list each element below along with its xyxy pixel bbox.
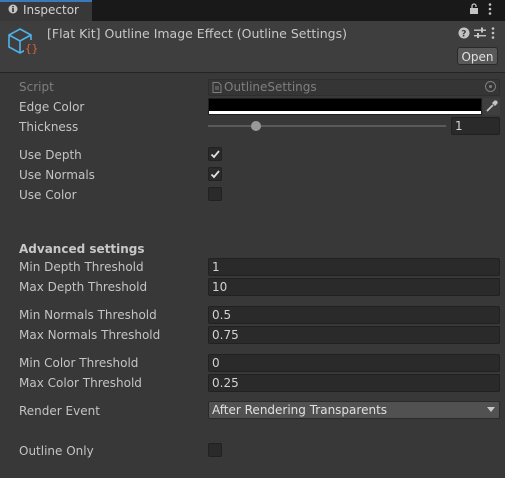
script-label: Script bbox=[19, 80, 54, 94]
use-depth-checkbox[interactable] bbox=[208, 147, 222, 161]
outline-only-checkbox[interactable] bbox=[208, 443, 222, 457]
min-normals-label: Min Normals Threshold bbox=[19, 308, 157, 322]
thickness-label: Thickness bbox=[19, 120, 79, 134]
use-color-checkbox[interactable] bbox=[208, 187, 222, 201]
render-event-label: Render Event bbox=[19, 404, 100, 418]
script-file-icon bbox=[212, 82, 222, 93]
min-color-input[interactable]: 0 bbox=[208, 354, 500, 372]
min-color-label: Min Color Threshold bbox=[19, 356, 139, 370]
info-icon bbox=[8, 4, 18, 14]
presets-icon[interactable] bbox=[474, 27, 486, 39]
object-picker-dot bbox=[489, 85, 492, 88]
help-icon[interactable]: ? bbox=[458, 27, 470, 39]
max-normals-input[interactable]: 0.75 bbox=[208, 326, 500, 344]
script-value: OutlineSettings bbox=[224, 80, 317, 94]
thickness-slider-thumb[interactable] bbox=[250, 121, 261, 131]
kebab-menu-icon[interactable] bbox=[490, 26, 496, 40]
max-normals-label: Max Normals Threshold bbox=[19, 328, 161, 342]
max-color-label: Max Color Threshold bbox=[19, 376, 142, 390]
min-normals-input[interactable]: 0.5 bbox=[208, 306, 500, 324]
tab-label: Inspector bbox=[23, 3, 79, 17]
kebab-menu-icon[interactable] bbox=[487, 2, 493, 16]
component-title: [Flat Kit] Outline Image Effect (Outline… bbox=[47, 26, 347, 41]
chevron-down-icon bbox=[487, 407, 495, 412]
lock-icon[interactable] bbox=[469, 3, 479, 15]
use-depth-label: Use Depth bbox=[19, 148, 82, 162]
edge-color-label: Edge Color bbox=[19, 100, 85, 114]
checkmark-icon bbox=[210, 170, 220, 179]
max-depth-input[interactable]: 10 bbox=[208, 278, 500, 296]
min-depth-input[interactable]: 1 bbox=[208, 258, 500, 276]
open-button[interactable]: Open bbox=[457, 47, 498, 65]
script-component-icon: {} bbox=[8, 28, 38, 55]
svg-text:?: ? bbox=[461, 30, 466, 40]
advanced-settings-heading: Advanced settings bbox=[19, 242, 145, 256]
use-normals-label: Use Normals bbox=[19, 168, 95, 182]
max-depth-label: Max Depth Threshold bbox=[19, 280, 148, 294]
svg-text:{}: {} bbox=[25, 42, 38, 55]
checkmark-icon bbox=[210, 150, 220, 159]
outline-only-label: Outline Only bbox=[19, 444, 94, 458]
use-normals-checkbox[interactable] bbox=[208, 167, 222, 181]
thickness-input[interactable]: 1 bbox=[451, 117, 500, 135]
eyedropper-icon[interactable] bbox=[483, 98, 500, 115]
use-color-label: Use Color bbox=[19, 188, 77, 202]
min-depth-label: Min Depth Threshold bbox=[19, 260, 144, 274]
max-color-input[interactable]: 0.25 bbox=[208, 374, 500, 392]
edge-color-alpha-bar bbox=[209, 111, 481, 114]
thickness-slider-track[interactable] bbox=[208, 125, 446, 127]
render-event-dropdown[interactable]: After Rendering Transparents bbox=[208, 401, 500, 419]
